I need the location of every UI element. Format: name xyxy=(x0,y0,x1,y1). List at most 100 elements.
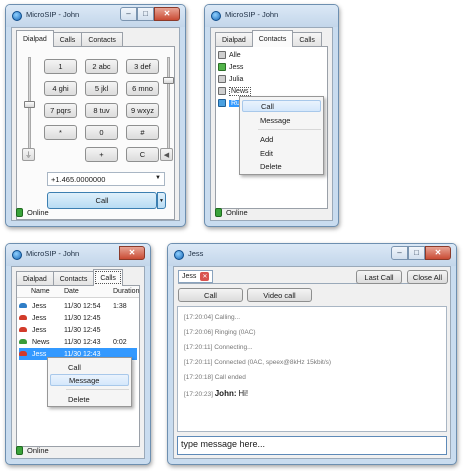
key-plus[interactable]: + xyxy=(85,147,118,162)
menu-item-add[interactable]: Add xyxy=(242,133,321,145)
menu-separator xyxy=(258,129,321,130)
call-row[interactable]: News 11/30 12:43 0:02 xyxy=(19,336,137,348)
last-call-button[interactable]: Last Call xyxy=(356,270,402,284)
key-7[interactable]: 7 pqrs xyxy=(44,103,77,118)
call-row[interactable]: Jess 11/30 12:45 xyxy=(19,324,137,336)
chat-window: Jess – □ ✕ Jess ✕ Last Call Close All Ca… xyxy=(167,243,457,465)
chat-message: [17:20:23] John: Hi! xyxy=(184,389,249,398)
status-bar[interactable]: Online xyxy=(215,206,248,218)
key-6[interactable]: 6 mno xyxy=(126,81,159,96)
log-line: [17:20:06] Ringing (0AC) xyxy=(184,329,256,336)
chat-call-button[interactable]: Call xyxy=(178,288,243,302)
contact-item[interactable]: Jess xyxy=(218,61,325,73)
key-0[interactable]: 0 xyxy=(85,125,118,140)
status-bar[interactable]: Online xyxy=(16,206,49,218)
online-status-icon xyxy=(16,207,23,217)
mic-volume-thumb[interactable] xyxy=(24,101,35,108)
incoming-call-icon xyxy=(19,302,29,310)
microsip-logo-icon xyxy=(12,11,22,21)
speaker-volume-slider[interactable] xyxy=(167,57,170,154)
menu-item-message[interactable]: Message xyxy=(242,114,321,126)
conversation-tab[interactable]: Jess ✕ xyxy=(178,270,214,283)
key-2[interactable]: 2 abc xyxy=(85,59,118,74)
missed-call-icon xyxy=(19,326,29,334)
status-text: Online xyxy=(27,207,49,217)
window-client: Jess ✕ Last Call Close All Call Video ca… xyxy=(173,266,451,459)
column-header-duration[interactable]: Duration xyxy=(113,288,139,295)
tab-calls[interactable]: Calls xyxy=(93,269,123,286)
key-4[interactable]: 4 ghi xyxy=(44,81,77,96)
title-bar[interactable]: MicroSIP - John – □ ✕ xyxy=(6,5,185,27)
key-8[interactable]: 8 tuv xyxy=(85,103,118,118)
clear-button[interactable]: C xyxy=(126,147,159,162)
maximize-button[interactable]: □ xyxy=(137,7,154,21)
close-button[interactable]: ✕ xyxy=(425,246,451,260)
menu-item-delete[interactable]: Delete xyxy=(242,160,321,172)
key-3[interactable]: 3 def xyxy=(126,59,159,74)
contact-online-icon xyxy=(218,63,226,71)
close-all-button[interactable]: Close All xyxy=(407,270,448,284)
missed-call-icon xyxy=(19,350,29,358)
call-row[interactable]: Jess 11/30 12:54 1:38 xyxy=(19,300,137,312)
key-9[interactable]: 9 wxyz xyxy=(126,103,159,118)
missed-call-icon xyxy=(19,314,29,322)
tab-contacts[interactable]: Contacts xyxy=(81,32,123,47)
speaker-volume-thumb[interactable] xyxy=(163,77,174,84)
number-input[interactable]: +1.465.0000000 ▼ xyxy=(47,172,165,186)
menu-separator xyxy=(66,389,129,390)
log-line: [17:20:11] Connecting... xyxy=(184,344,253,351)
title-bar[interactable]: MicroSIP - John ✕ xyxy=(6,244,150,266)
close-button[interactable]: ✕ xyxy=(154,7,180,21)
tab-dialpad[interactable]: Dialpad xyxy=(215,32,253,47)
status-text: Online xyxy=(27,445,49,455)
key-5[interactable]: 5 jkl xyxy=(85,81,118,96)
tab-contacts[interactable]: Contacts xyxy=(251,30,294,47)
menu-item-call[interactable]: Call xyxy=(50,361,129,373)
message-input[interactable]: type message here... xyxy=(177,436,447,455)
tab-calls[interactable]: Calls xyxy=(292,32,322,47)
key-star[interactable]: * xyxy=(44,125,77,140)
tab-dialpad[interactable]: Dialpad xyxy=(16,271,54,286)
menu-item-message[interactable]: Message xyxy=(50,374,129,386)
call-button[interactable]: Call xyxy=(47,192,157,209)
window-title: MicroSIP - John xyxy=(26,249,80,258)
contact-item[interactable]: Alle xyxy=(218,49,325,61)
menu-item-delete[interactable]: Delete xyxy=(50,393,129,405)
microphone-mute-icon[interactable]: ⏚ xyxy=(22,148,35,161)
contact-busy-icon xyxy=(218,99,226,107)
log-line: [17:20:04] Calling... xyxy=(184,314,241,321)
maximize-button[interactable]: □ xyxy=(408,246,425,260)
contact-offline-icon xyxy=(218,75,226,83)
key-hash[interactable]: # xyxy=(126,125,159,140)
log-line: [17:20:18] Call ended xyxy=(184,374,246,381)
calls-header-row: Name Date Duration xyxy=(17,286,139,298)
window-client: Dialpad Calls Contacts 1 2 abc 3 def 4 g… xyxy=(11,27,180,221)
speaker-icon[interactable]: ◀ xyxy=(160,148,173,161)
tab-bar: Dialpad Calls Contacts xyxy=(16,30,123,47)
tab-bar: Dialpad Contacts Calls xyxy=(16,269,123,286)
menu-item-call[interactable]: Call xyxy=(242,100,321,112)
calls-window: MicroSIP - John ✕ Dialpad Contacts Calls… xyxy=(5,243,151,465)
dropdown-arrow-icon[interactable]: ▼ xyxy=(155,175,161,181)
menu-item-edit[interactable]: Edit xyxy=(242,147,321,159)
status-bar[interactable]: Online xyxy=(16,444,49,456)
message-log[interactable]: [17:20:04] Calling... [17:20:06] Ringing… xyxy=(177,306,447,432)
minimize-button[interactable]: – xyxy=(391,246,408,260)
call-row[interactable]: Jess 11/30 12:45 xyxy=(19,312,137,324)
dialpad-panel: 1 2 abc 3 def 4 ghi 5 jkl 6 mno 7 pqrs 8… xyxy=(16,46,175,220)
video-call-button[interactable]: Video call xyxy=(247,288,312,302)
title-bar[interactable]: MicroSIP - John xyxy=(205,5,338,27)
column-header-name[interactable]: Name xyxy=(31,288,50,295)
minimize-button[interactable]: – xyxy=(120,7,137,21)
tab-close-icon[interactable]: ✕ xyxy=(200,272,210,281)
column-header-date[interactable]: Date xyxy=(64,288,79,295)
tab-calls[interactable]: Calls xyxy=(52,32,83,47)
tab-contacts[interactable]: Contacts xyxy=(52,271,95,286)
window-title: MicroSIP - John xyxy=(26,10,80,19)
close-button[interactable]: ✕ xyxy=(119,246,145,260)
contact-item[interactable]: Julia xyxy=(218,73,325,85)
tab-dialpad[interactable]: Dialpad xyxy=(16,30,54,47)
key-1[interactable]: 1 xyxy=(44,59,77,74)
call-options-button[interactable]: ▼ xyxy=(157,192,166,209)
title-bar[interactable]: Jess – □ ✕ xyxy=(168,244,456,266)
